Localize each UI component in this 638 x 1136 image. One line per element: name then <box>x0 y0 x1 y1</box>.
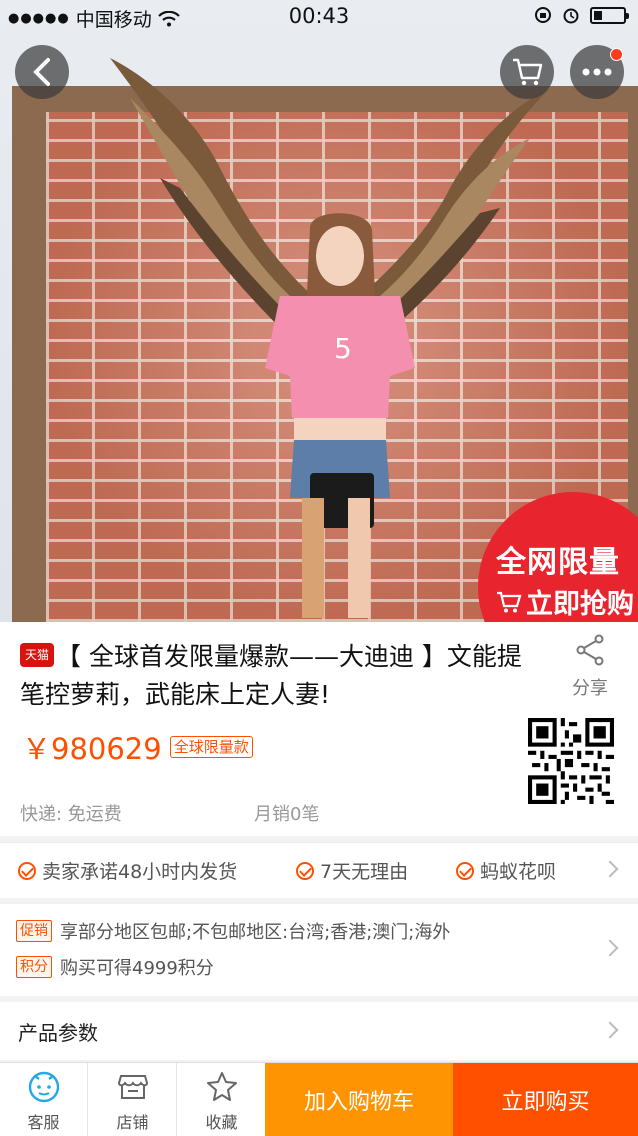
badge-subtitle: 立即抢购 <box>526 589 634 620</box>
customer-service-button[interactable]: 客服 <box>0 1063 88 1136</box>
cart-button[interactable] <box>500 45 554 99</box>
guarantee-item: 卖家承诺48小时内发货 <box>18 857 237 884</box>
check-icon <box>18 861 36 880</box>
shop-button[interactable]: 店铺 <box>89 1063 177 1136</box>
price-value: ￥980629 <box>22 732 162 766</box>
guarantee-item: 7天无理由 <box>296 857 408 884</box>
add-to-cart-button[interactable]: 加入购物车 <box>265 1063 453 1136</box>
monthly-sales: 月销0笔 <box>254 804 320 825</box>
shopping-cart-icon <box>513 58 543 86</box>
star-icon <box>206 1072 237 1101</box>
favorite-label: 收藏 <box>205 1113 238 1132</box>
cart-icon <box>497 591 522 612</box>
product-info: 天猫【 全球首发限量爆款——大迪迪 】文能提笔控萝莉，武能床上定人妻! 分享 ￥… <box>0 622 638 836</box>
promotions[interactable]: 促销 享部分地区包邮;不包邮地区:台湾;香港;澳门;海外 积分 购买可得4999… <box>0 904 638 996</box>
service-label: 客服 <box>27 1113 60 1132</box>
check-icon <box>296 861 314 880</box>
promotion-text: 购买可得4999积分 <box>60 958 214 979</box>
service-guarantees[interactable]: 卖家承诺48小时内发货 7天无理由 蚂蚁花呗 <box>0 842 638 898</box>
shipping-info: 快递: 免运费 <box>20 804 122 825</box>
share-button[interactable]: 分享 <box>562 634 618 700</box>
promotion-tag: 促销 <box>16 920 52 942</box>
product-params-row[interactable]: 产品参数 <box>0 1002 638 1060</box>
guarantee-item: 蚂蚁花呗 <box>456 857 556 884</box>
promotion-row: 积分 购买可得4999积分 <box>16 954 214 980</box>
limited-edition-tag: 全球限量款 <box>169 736 253 758</box>
favorite-button[interactable]: 收藏 <box>178 1063 266 1136</box>
bottom-action-bar: 客服 店铺 收藏 加入购物车 立即购买 <box>0 1062 638 1136</box>
badge-title: 全网限量 <box>496 545 620 580</box>
model-figure: 5 <box>265 213 415 618</box>
tmall-tag: 天猫 <box>20 643 54 667</box>
price-row: ￥980629 全球限量款 <box>22 726 253 768</box>
promotion-text: 享部分地区包邮;不包邮地区:台湾;香港;澳门;海外 <box>60 922 451 943</box>
chat-bubble-icon <box>28 1071 59 1103</box>
svg-text:5: 5 <box>334 332 352 365</box>
more-dots-icon <box>582 68 612 76</box>
guarantee-label: 7天无理由 <box>320 861 409 883</box>
product-image[interactable]: 5 ●●●●● 中国移动 00:43 全网限量 立即抢购 <box>0 0 638 622</box>
notification-dot <box>610 48 623 61</box>
share-icon <box>576 634 604 666</box>
orientation-lock-icon <box>535 7 551 23</box>
battery-icon <box>590 6 629 24</box>
chevron-right-icon <box>601 1021 619 1039</box>
guarantee-label: 蚂蚁花呗 <box>480 861 557 883</box>
status-bar: ●●●●● 中国移动 00:43 <box>0 0 638 34</box>
buy-now-button[interactable]: 立即购买 <box>453 1063 638 1136</box>
shop-label: 店铺 <box>116 1113 149 1132</box>
alarm-icon <box>563 8 579 24</box>
promotion-row: 促销 享部分地区包邮;不包邮地区:台湾;香港;澳门;海外 <box>16 918 450 944</box>
back-button[interactable] <box>15 45 69 99</box>
product-params-label: 产品参数 <box>18 1021 98 1045</box>
chevron-right-icon <box>601 860 619 878</box>
product-title: 天猫【 全球首发限量爆款——大迪迪 】文能提笔控萝莉，武能床上定人妻! <box>20 638 540 714</box>
chevron-right-icon <box>601 939 619 957</box>
check-icon <box>456 861 474 880</box>
share-label: 分享 <box>572 678 608 699</box>
guarantee-label: 卖家承诺48小时内发货 <box>42 861 238 883</box>
product-title-text: 【 全球首发限量爆款——大迪迪 】文能提笔控萝莉，武能床上定人妻! <box>20 642 522 709</box>
promotion-tag: 积分 <box>16 956 52 978</box>
chevron-left-icon <box>33 58 50 86</box>
store-icon <box>117 1075 148 1099</box>
qr-code[interactable] <box>528 718 614 804</box>
